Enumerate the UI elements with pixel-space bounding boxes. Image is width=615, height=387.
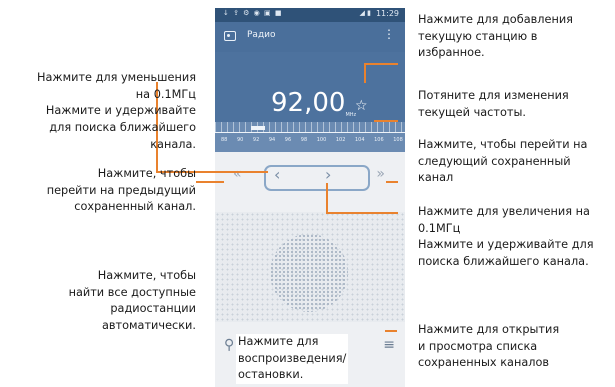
line-drag xyxy=(374,120,398,122)
callout-line: сохраненный канал. xyxy=(74,200,196,214)
callout-line: радиостанции xyxy=(110,302,196,316)
callout-line: автоматически. xyxy=(101,319,196,333)
frequency-ruler[interactable]: 88 90 92 94 96 98 100 102 104 106 108 xyxy=(215,122,405,152)
callout-next-channel: Нажмите, чтобы перейти на следующий сохр… xyxy=(418,137,587,187)
ruler-marker[interactable] xyxy=(251,126,265,130)
status-time: 11:29 xyxy=(375,9,399,18)
step-up-icon[interactable]: › xyxy=(325,165,331,184)
speaker-grille xyxy=(215,212,405,322)
prev-channel-icon[interactable]: « xyxy=(233,166,242,182)
callout-line: сохраненных каналов xyxy=(418,356,550,370)
tuning-controls: « ‹ › » xyxy=(215,152,405,212)
line-favorite-v xyxy=(364,63,366,83)
speaker-circle xyxy=(270,234,348,312)
callout-line: Нажмите и удерживайте xyxy=(45,104,196,118)
callout-line: поиска ближайшего канала. xyxy=(418,255,589,269)
line-prev xyxy=(196,181,224,183)
callout-line: Нажмите, чтобы xyxy=(97,167,196,180)
callout-search: Нажмите, чтобы найти все доступные радио… xyxy=(0,268,196,335)
callout-line: для поиска ближайшего xyxy=(49,121,196,135)
frequency-readout: 92,00MHz xyxy=(271,88,356,118)
callout-favorite: Нажмите для добавления текущую станцию в… xyxy=(418,12,573,62)
callout-line: и просмотра списка xyxy=(418,339,538,353)
callout-line: Нажмите и удерживайте для xyxy=(418,238,594,252)
radio-icon xyxy=(224,31,236,41)
app-bar: Радио ⋮ xyxy=(215,22,405,52)
ruler-ticks xyxy=(215,122,405,132)
channel-list-icon[interactable]: ≡ xyxy=(383,337,395,353)
callout-line: канала. xyxy=(150,137,196,151)
notification-icons: ↓ ⇪ ⚙ ◉ ▣ ■ xyxy=(223,9,283,17)
callout-line: Нажмите для уменьшения xyxy=(36,71,196,84)
overflow-menu-icon[interactable]: ⋮ xyxy=(383,28,395,40)
callout-prev-channel: Нажмите, чтобы перейти на предыдущий сох… xyxy=(0,166,196,216)
step-down-icon[interactable]: ‹ xyxy=(274,165,280,184)
line-favorite xyxy=(364,63,398,65)
callout-line: Нажмите для добавления xyxy=(418,13,573,26)
callout-step-up: Нажмите для увеличения на 0.1МГц Нажмите… xyxy=(418,204,594,271)
ruler-line xyxy=(215,132,405,133)
frequency-value: 92,00 xyxy=(271,88,346,118)
callout-line: Нажмите для увеличения на xyxy=(418,205,590,218)
ruler-labels: 88 90 92 94 96 98 100 102 104 106 108 xyxy=(221,137,403,143)
callout-line: найти все доступные xyxy=(68,285,196,299)
app-title: Радио xyxy=(247,30,276,40)
next-channel-icon[interactable]: » xyxy=(376,166,385,182)
callout-line: 0.1МГц xyxy=(418,221,461,235)
line-step-up-h xyxy=(326,212,398,214)
callout-line: избранное. xyxy=(418,46,485,60)
callout-line: воспроизведения/ xyxy=(238,351,347,365)
callout-line: следующий сохраненный xyxy=(418,154,571,168)
callout-power: Нажмите для воспроизведения/ остановки. xyxy=(236,334,349,385)
callout-step-down: Нажмите для уменьшения на 0.1МГц Нажмите… xyxy=(0,70,196,154)
callout-drag: Потяните для изменения текущей частоты. xyxy=(418,88,569,121)
signal-battery-icon: ◢ ▮ xyxy=(359,9,371,17)
line-list xyxy=(385,330,397,332)
callout-line: Нажмите для открытия xyxy=(418,323,560,336)
callout-line: Нажмите, чтобы перейти на xyxy=(418,138,588,151)
callout-line: текущую станцию в xyxy=(418,29,538,43)
status-bar: ↓ ⇪ ⚙ ◉ ▣ ■ ◢ ▮ 11:29 xyxy=(215,8,405,22)
callout-line: на 0.1МГц xyxy=(135,87,196,101)
callout-line: перейти на предыдущий xyxy=(46,183,196,197)
callout-line: текущей частоты. xyxy=(418,105,526,119)
callout-line: канал xyxy=(418,171,454,185)
favorite-star-icon[interactable]: ☆ xyxy=(355,98,368,114)
search-icon[interactable]: ⚲ xyxy=(224,337,234,353)
callout-line: Потяните для изменения xyxy=(418,89,569,102)
callout-line: Нажмите для xyxy=(238,335,319,348)
callout-list: Нажмите для открытия и просмотра списка … xyxy=(418,322,559,372)
callout-line: остановки. xyxy=(238,368,304,382)
line-next xyxy=(386,181,398,183)
line-step-up-v xyxy=(326,183,328,213)
callout-line: Нажмите, чтобы xyxy=(97,269,196,282)
